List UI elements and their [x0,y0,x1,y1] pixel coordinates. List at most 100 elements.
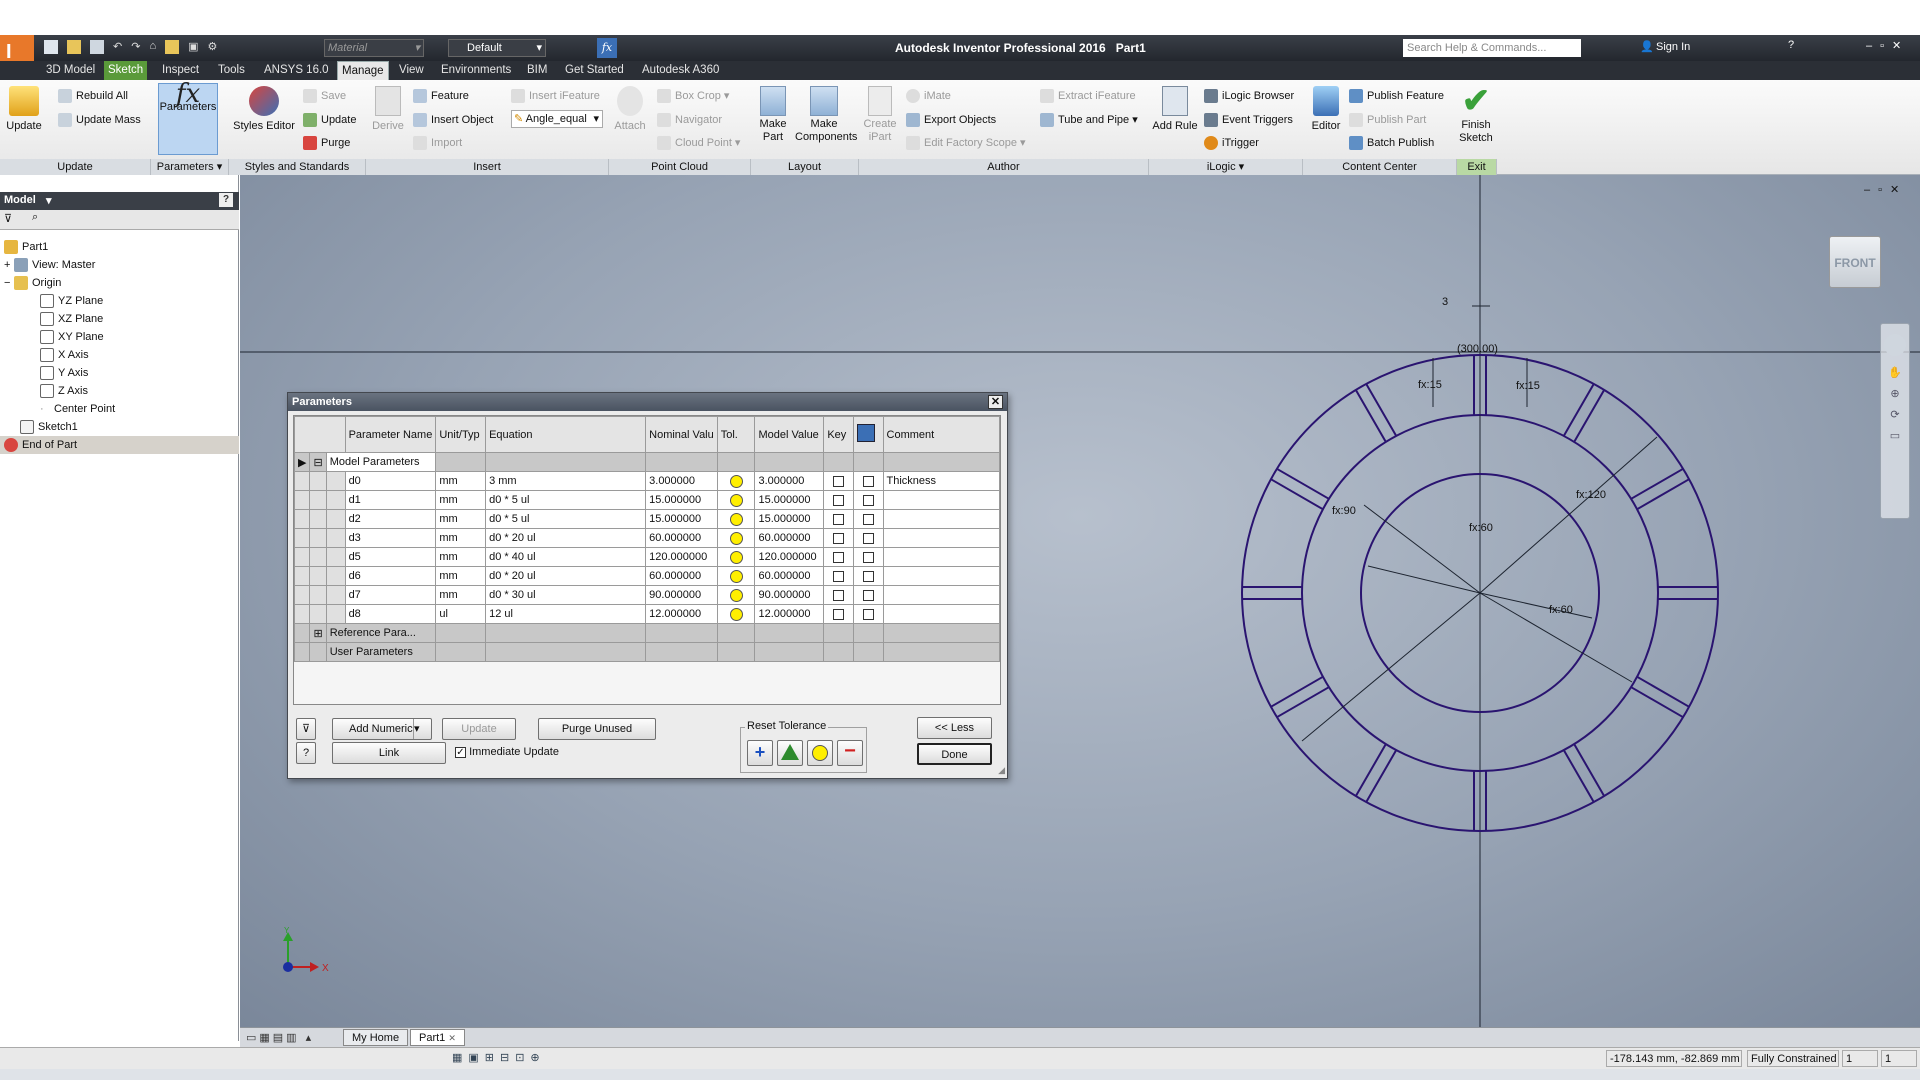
param-name[interactable]: d3 [344,528,437,548]
purge-button[interactable]: Purge [303,136,350,150]
project-icon[interactable] [165,40,180,54]
checkbox[interactable] [833,551,845,563]
filter-icon[interactable]: ⊽ [4,212,12,225]
param-equation[interactable]: d0 * 20 ul [485,566,647,586]
group-row-reference[interactable]: ⊞ Reference Para... [293,623,1001,643]
sign-in-link[interactable]: Sign In [1656,41,1690,53]
import-button[interactable]: Import [413,136,462,150]
param-comment[interactable] [882,604,1001,624]
param-nominal[interactable]: 60.000000 [645,566,718,586]
tile-windows-icon[interactable]: ▭▦▤▥ ▴ [246,1031,314,1044]
param-export[interactable] [852,490,884,510]
tab-tools[interactable]: Tools [214,61,249,80]
parameters-button[interactable]: fx Parameters [158,81,218,155]
material-select[interactable]: Material ▾ [324,39,424,57]
search-input[interactable]: Search Help & Commands... [1403,39,1581,57]
look-at-icon[interactable]: ▭ [1881,429,1909,442]
new-icon[interactable] [44,40,58,54]
finish-sketch-button[interactable]: ✔ Finish Sketch [1458,83,1494,145]
tab-view[interactable]: View [395,61,428,80]
param-comment[interactable] [882,547,1001,567]
param-equation[interactable]: 12 ul [485,604,647,624]
param-key[interactable] [823,490,854,510]
dim-fx15-left[interactable]: fx:15 [1418,379,1442,391]
tree-item-x-axis[interactable]: X Axis [40,346,89,364]
select-icon[interactable]: ▣ [188,40,198,54]
param-name[interactable]: d8 [344,604,437,624]
param-unit[interactable]: mm [435,566,487,586]
checkbox[interactable] [833,608,845,620]
col-parameter-name[interactable]: Parameter Name [344,416,437,453]
param-unit[interactable]: mm [435,528,487,548]
dim-reference[interactable]: (300.00) [1457,343,1498,355]
dim-fx120[interactable]: fx:120 [1576,489,1606,501]
filter-button[interactable]: ⊽ [296,718,316,740]
expand-icon[interactable]: ⊞ [309,623,327,643]
purge-unused-button[interactable]: Purge Unused [538,718,656,740]
param-nominal[interactable]: 120.000000 [645,547,718,567]
row-selector[interactable] [293,585,311,605]
col-model-value[interactable]: Model Value [754,416,825,453]
param-comment[interactable]: Thickness [882,471,1001,491]
find-icon[interactable]: ⌕ [32,211,38,224]
col-equation[interactable]: Equation [485,416,647,453]
checkbox[interactable] [833,589,845,601]
parameters-group-label[interactable]: Parameters ▾ [151,159,229,175]
param-tolerance[interactable] [716,547,756,567]
tree-item-end-of-part[interactable]: End of Part [0,436,239,454]
viewcube[interactable]: FRONT [1829,236,1881,288]
redo-icon[interactable]: ↷ [131,40,140,54]
resize-grip-icon[interactable]: ◢ [998,765,1005,776]
batch-publish-button[interactable]: Batch Publish [1349,136,1434,150]
param-unit[interactable]: mm [435,471,487,491]
ifeature-select[interactable]: ✎ Angle_equal ▾ [511,110,603,128]
itrigger-button[interactable]: iTrigger [1204,136,1259,150]
checkbox[interactable] [833,513,845,525]
param-nominal[interactable]: 15.000000 [645,509,718,529]
param-comment[interactable] [882,566,1001,586]
tab-sketch[interactable]: Sketch [104,61,148,80]
row-selector[interactable] [293,547,311,567]
add-rule-button[interactable]: Add Rule [1152,86,1198,133]
tree-item-view-master[interactable]: + View: Master [4,256,95,274]
fx-parameters-icon[interactable]: fx [597,38,617,58]
param-name[interactable]: d2 [344,509,437,529]
row-selector[interactable] [293,490,311,510]
save-style-button[interactable]: Save [303,89,346,103]
param-equation[interactable]: 3 mm [485,471,647,491]
param-tolerance[interactable] [716,509,756,529]
checkbox[interactable] [862,608,874,620]
tree-item-xy-plane[interactable]: XY Plane [40,328,104,346]
tolerance-circle-icon[interactable] [729,512,743,526]
param-tolerance[interactable] [716,604,756,624]
param-unit[interactable]: ul [435,604,487,624]
param-tolerance[interactable] [716,490,756,510]
window-controls[interactable]: –▫✕ [1866,39,1909,52]
checkbox[interactable] [862,551,874,563]
tolerance-circle-icon[interactable] [729,474,743,488]
event-triggers-button[interactable]: Event Triggers [1204,113,1293,127]
param-name[interactable]: d0 [344,471,437,491]
param-nominal[interactable]: 60.000000 [645,528,718,548]
row-selector[interactable] [293,528,311,548]
update-style-button[interactable]: Update [303,113,356,127]
pan-icon[interactable]: ✋ [1881,366,1909,379]
param-equation[interactable]: d0 * 5 ul [485,509,647,529]
table-row[interactable]: d7 mm d0 * 30 ul 90.000000 90.000000 [293,585,1001,605]
tolerance-circle-icon[interactable] [729,550,743,564]
param-tolerance[interactable] [716,471,756,491]
dim-fx60-bottom[interactable]: fx:60 [1549,604,1573,616]
styles-editor-button[interactable]: Styles Editor [232,86,296,133]
make-part-button[interactable]: Make Part [755,86,791,144]
immediate-update-checkbox[interactable]: ✓ Immediate Update [455,746,559,758]
param-comment[interactable] [882,585,1001,605]
home-icon[interactable]: ⌂ [149,40,156,54]
tab-my-home[interactable]: My Home [343,1029,409,1046]
nominal-tolerance-button[interactable] [807,740,833,766]
user-icon[interactable]: 👤 [1640,40,1654,53]
derive-button[interactable]: Derive [370,86,406,133]
publish-part-button[interactable]: Publish Part [1349,113,1426,127]
checkbox[interactable] [862,532,874,544]
tree-item-sketch1[interactable]: Sketch1 [20,418,78,436]
less-button[interactable]: << Less [917,717,992,739]
